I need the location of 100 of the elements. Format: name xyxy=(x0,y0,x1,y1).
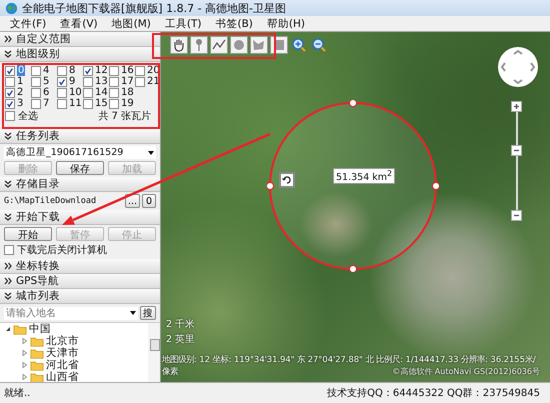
section-header[interactable]: GPS导航 xyxy=(0,274,160,289)
checkbox[interactable] xyxy=(83,76,93,86)
menu-item[interactable]: 工具(T) xyxy=(164,16,202,30)
folder-button[interactable]: 0 xyxy=(142,194,156,208)
chevron-icon xyxy=(4,213,12,221)
checkbox[interactable] xyxy=(31,76,41,86)
tree-item[interactable]: 山西省 xyxy=(0,371,148,382)
level-label: 11 xyxy=(69,98,82,109)
checkbox[interactable] xyxy=(109,98,119,108)
area-label: 51.354 km$^{2}$ xyxy=(333,168,396,184)
checkbox[interactable] xyxy=(57,66,67,76)
level-label: 21 xyxy=(147,76,160,87)
polygon-tool-icon[interactable] xyxy=(250,36,268,54)
task-dropdown[interactable]: 高德卫星_190617161529 xyxy=(4,146,156,159)
zoom-out-icon[interactable] xyxy=(511,210,522,221)
folder-icon xyxy=(30,336,44,346)
level-label: 0 xyxy=(17,65,26,76)
level-label: 8 xyxy=(69,65,76,76)
tile-count: 共 7 张瓦片 xyxy=(98,110,151,123)
task-button[interactable]: 保存 xyxy=(56,161,104,175)
chevron-icon xyxy=(4,180,12,188)
checkbox[interactable] xyxy=(57,88,67,98)
checkbox[interactable] xyxy=(4,245,14,255)
city-search-field[interactable]: 请输入地名 xyxy=(4,306,128,320)
copyright-text: ©高德软件 AutoNavi GS(2012)6036号 xyxy=(392,366,540,377)
level-label: 1 xyxy=(17,76,24,87)
menu-item[interactable]: 帮助(H) xyxy=(266,16,305,30)
checkbox[interactable] xyxy=(5,76,15,86)
checkbox[interactable] xyxy=(83,98,93,108)
pan-control[interactable] xyxy=(497,46,539,88)
checkbox[interactable] xyxy=(83,66,93,76)
level-label: 15 xyxy=(95,98,108,109)
menu-item[interactable]: 文件(F) xyxy=(10,16,46,30)
satellite-map[interactable]: 51.354 km$^{2}$ 2 千米 2 英里 地图级别: 12 坐标: 119°34'31.94" 东 27°04'27.88" 北 比例尺: 1/144417.33 分辨率: 36.2155米/ 像素 ©高德软件 AutoNavi GS(2012)6036号 xyxy=(161,32,550,382)
download-button[interactable]: 开始 xyxy=(4,227,52,241)
checkbox[interactable] xyxy=(135,76,145,86)
globe-icon xyxy=(5,2,18,14)
tree-item[interactable]: 天津市 xyxy=(0,347,148,359)
zoom-slider[interactable] xyxy=(511,101,523,221)
scale-label: 2 千米 xyxy=(166,318,196,331)
checkbox[interactable] xyxy=(57,76,67,86)
measure-circle[interactable] xyxy=(267,100,439,272)
section-header[interactable]: 自定义范围 xyxy=(0,32,160,47)
checkbox[interactable] xyxy=(135,66,145,76)
tree-item[interactable]: 中国 xyxy=(0,323,148,335)
menu-item[interactable]: 书签(B) xyxy=(216,16,253,30)
scrollbar[interactable] xyxy=(148,323,160,382)
checkbox[interactable] xyxy=(109,88,119,98)
folder-icon xyxy=(13,324,27,334)
slider-thumb[interactable] xyxy=(511,144,522,156)
zoom-in-icon[interactable] xyxy=(511,101,522,112)
checkbox-label: 全选 xyxy=(18,110,38,123)
expander-icon[interactable] xyxy=(5,326,11,332)
level-label: 4 xyxy=(43,65,50,76)
section-header[interactable]: 存储目录 xyxy=(0,177,160,192)
checkbox[interactable] xyxy=(5,111,15,121)
level-label: 14 xyxy=(95,87,108,98)
checkbox[interactable] xyxy=(31,66,41,76)
level-label: 13 xyxy=(95,76,108,87)
dropdown-caret-icon[interactable] xyxy=(128,306,138,320)
chevron-icon xyxy=(4,292,12,300)
level-label: 5 xyxy=(43,76,50,87)
checkbox[interactable] xyxy=(5,66,15,76)
level-label: 19 xyxy=(121,98,134,109)
section-header[interactable]: 城市列表 xyxy=(0,289,160,304)
section-header[interactable]: 坐标转换 xyxy=(0,259,160,274)
section-header[interactable]: 地图级别 xyxy=(0,47,160,62)
checkbox[interactable] xyxy=(83,88,93,98)
zoom-out-icon[interactable] xyxy=(310,36,328,54)
section-header[interactable]: 任务列表 xyxy=(0,129,160,144)
folder-icon xyxy=(30,348,44,358)
menu-item[interactable]: 查看(V) xyxy=(60,16,98,30)
zoom-in-icon[interactable] xyxy=(290,36,308,54)
chevron-icon xyxy=(4,262,12,270)
checkbox[interactable] xyxy=(5,98,15,108)
folder-icon xyxy=(30,360,44,370)
menu-item[interactable]: 地图(M) xyxy=(112,16,151,30)
status-text: 就绪.. xyxy=(3,386,32,400)
tree-item[interactable]: 河北省 xyxy=(0,359,148,371)
level-label: 2 xyxy=(17,87,24,98)
checkbox[interactable] xyxy=(5,88,15,98)
window-title: 全能电子地图下载器[旗舰版] 1.8.7 - 高德地图-卫星图 xyxy=(22,0,286,16)
map-info-text: 地图级别: 12 坐标: 119°34'31.94" 东 27°04'27.88" 北 比例尺: 1/144417.33 分辨率: 36.2155米/ xyxy=(162,354,536,365)
level-label: 16 xyxy=(121,65,134,76)
section-header[interactable]: 开始下载 xyxy=(0,210,160,225)
level-label: 3 xyxy=(17,98,24,109)
tree-item[interactable]: 北京市 xyxy=(0,335,148,347)
level-label: 9 xyxy=(69,76,76,87)
chevron-icon xyxy=(4,35,12,43)
level-label: 10 xyxy=(69,87,82,98)
undo-icon[interactable] xyxy=(279,172,295,188)
checkbox[interactable] xyxy=(31,88,41,98)
polyline-tool-icon[interactable] xyxy=(210,36,228,54)
checkbox[interactable] xyxy=(57,98,67,108)
checkbox[interactable] xyxy=(31,98,41,108)
checkbox[interactable] xyxy=(109,66,119,76)
hand-tool-icon[interactable] xyxy=(170,36,188,54)
search-button[interactable]: 搜 xyxy=(140,306,156,320)
checkbox[interactable] xyxy=(109,76,119,86)
folder-path-field[interactable]: G:\MapTileDownload xyxy=(4,195,123,207)
